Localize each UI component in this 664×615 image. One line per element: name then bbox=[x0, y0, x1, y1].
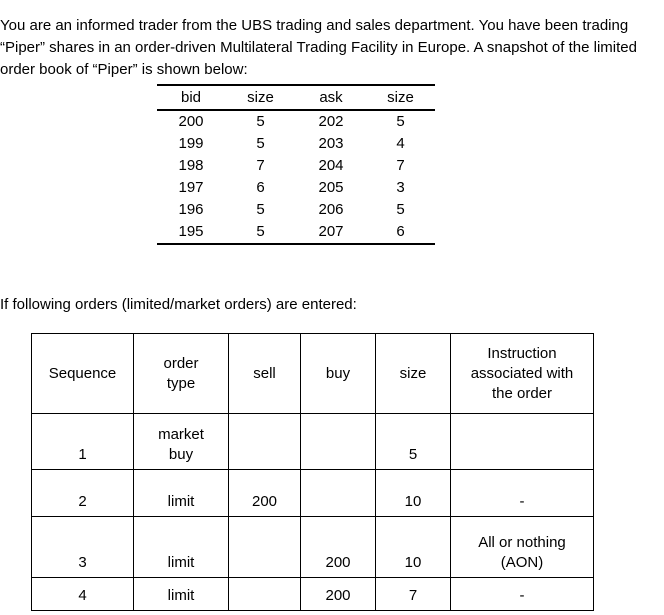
intro-paragraph: You are an informed trader from the UBS … bbox=[0, 17, 637, 78]
order-book-bid-size: 5 bbox=[225, 221, 296, 245]
document-page: You are an informed trader from the UBS … bbox=[0, 0, 664, 615]
orders-cell-order-type: limit bbox=[133, 516, 229, 578]
order-book-header-ask-size: size bbox=[387, 89, 414, 106]
order-book-ask-size: 5 bbox=[396, 113, 405, 130]
orders-cell-order-type: limit bbox=[133, 577, 229, 611]
order-book-bid: 197 bbox=[178, 179, 204, 196]
orders-cell-sequence: 3 bbox=[31, 516, 134, 578]
table-row: 200 5 202 5 bbox=[157, 110, 435, 133]
order-book-bid: 195 bbox=[157, 221, 225, 245]
orders-cell-buy bbox=[300, 413, 376, 470]
order-book-bid: 200 bbox=[178, 113, 204, 130]
order-book-ask-size: 4 bbox=[396, 135, 405, 152]
table-row: 195 5 207 6 bbox=[157, 221, 435, 245]
order-book-table: bid size ask size 200 5 202 5 199 5 203 … bbox=[157, 84, 435, 245]
orders-cell-sell bbox=[228, 413, 301, 470]
order-book-ask: 206 bbox=[318, 201, 344, 218]
orders-table-body: 1 market buy 5 2 limit 200 10 - 3 limit … bbox=[31, 413, 594, 611]
order-book-ask: 202 bbox=[318, 113, 344, 130]
table-row: 197 6 205 3 bbox=[157, 177, 435, 199]
orders-cell-size: 10 bbox=[375, 516, 451, 578]
order-book-header-bid-size: size bbox=[247, 89, 274, 106]
order-book-ask: 207 bbox=[296, 221, 366, 245]
order-book-ask-size: 6 bbox=[366, 221, 435, 245]
orders-cell-size: 5 bbox=[375, 413, 451, 470]
orders-header-sequence: Sequence bbox=[31, 333, 134, 414]
orders-intro-text: If following orders (limited/market orde… bbox=[0, 296, 357, 313]
orders-cell-instruction: - bbox=[450, 577, 594, 611]
table-row: 1 market buy 5 bbox=[31, 413, 594, 470]
orders-cell-instruction bbox=[450, 413, 594, 470]
orders-cell-buy: 200 bbox=[300, 577, 376, 611]
order-book-bid-size: 5 bbox=[256, 113, 265, 130]
orders-header-instruction: Instruction associated with the order bbox=[450, 333, 594, 414]
orders-cell-buy: 200 bbox=[300, 516, 376, 578]
order-book-ask: 203 bbox=[318, 135, 344, 152]
orders-header-buy: buy bbox=[300, 333, 376, 414]
orders-cell-instruction: - bbox=[450, 469, 594, 517]
table-row: 2 limit 200 10 - bbox=[31, 469, 594, 517]
orders-cell-size: 10 bbox=[375, 469, 451, 517]
orders-cell-order-type: limit bbox=[133, 469, 229, 517]
order-book-header-row: bid size ask size bbox=[157, 85, 435, 110]
orders-cell-buy bbox=[300, 469, 376, 517]
order-book-bid-size: 5 bbox=[256, 135, 265, 152]
table-row: 199 5 203 4 bbox=[157, 133, 435, 155]
orders-cell-sell bbox=[228, 516, 301, 578]
orders-header-size: size bbox=[375, 333, 451, 414]
order-book-body: 200 5 202 5 199 5 203 4 198 7 204 7 197 … bbox=[157, 110, 435, 245]
order-book-head: bid size ask size bbox=[157, 85, 435, 110]
orders-cell-order-type: market buy bbox=[133, 413, 229, 470]
orders-header-order-type: order type bbox=[133, 333, 229, 414]
order-book-ask-size: 5 bbox=[396, 201, 405, 218]
table-row: 3 limit 200 10 All or nothing (AON) bbox=[31, 516, 594, 578]
orders-cell-sequence: 2 bbox=[31, 469, 134, 517]
table-row: 196 5 206 5 bbox=[157, 199, 435, 221]
orders-table-head: Sequence order type sell buy size Instru… bbox=[31, 333, 594, 414]
orders-header-sell: sell bbox=[228, 333, 301, 414]
orders-cell-instruction: All or nothing (AON) bbox=[450, 516, 594, 578]
orders-cell-size: 7 bbox=[375, 577, 451, 611]
orders-table: Sequence order type sell buy size Instru… bbox=[31, 333, 594, 611]
order-book-bid: 196 bbox=[178, 201, 204, 218]
order-book-bid-size: 7 bbox=[256, 157, 265, 174]
order-book-bid: 198 bbox=[178, 157, 204, 174]
order-book-bid-size: 5 bbox=[256, 201, 265, 218]
order-book-bid: 199 bbox=[178, 135, 204, 152]
order-book-ask: 204 bbox=[318, 157, 344, 174]
table-row: 198 7 204 7 bbox=[157, 155, 435, 177]
orders-cell-sequence: 4 bbox=[31, 577, 134, 611]
orders-cell-sell bbox=[228, 577, 301, 611]
order-book-header-ask: ask bbox=[319, 89, 343, 106]
orders-cell-sell: 200 bbox=[228, 469, 301, 517]
order-book-ask-size: 3 bbox=[396, 179, 405, 196]
order-book-ask-size: 7 bbox=[396, 157, 405, 174]
orders-cell-sequence: 1 bbox=[31, 413, 134, 470]
order-book-ask: 205 bbox=[318, 179, 344, 196]
order-book-bid-size: 6 bbox=[256, 179, 265, 196]
orders-header-row: Sequence order type sell buy size Instru… bbox=[31, 333, 594, 414]
table-row: 4 limit 200 7 - bbox=[31, 577, 594, 611]
order-book-header-bid: bid bbox=[180, 89, 202, 106]
